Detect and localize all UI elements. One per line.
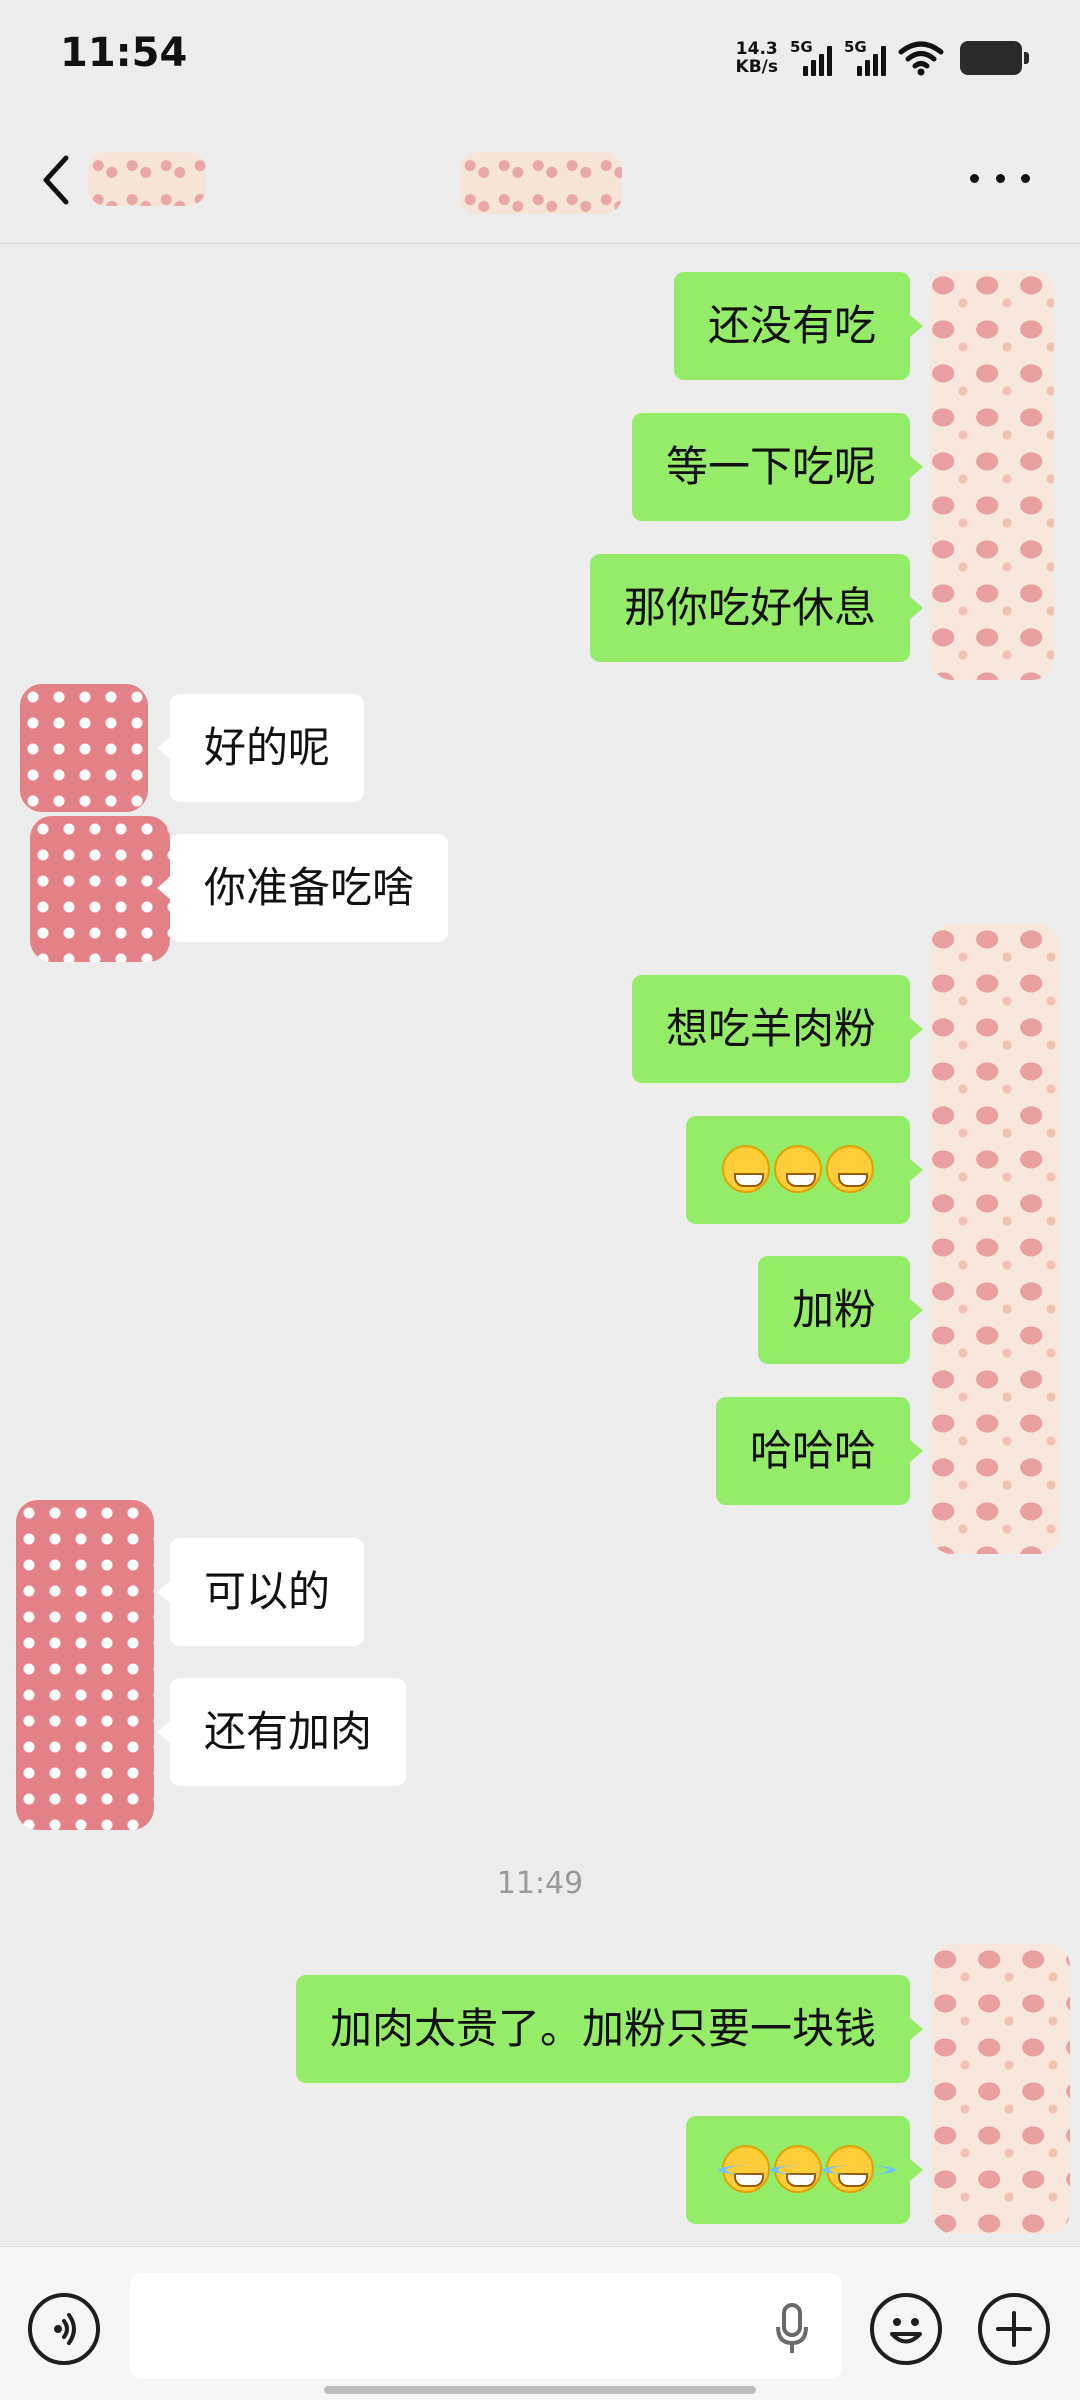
tears-of-joy-emoji-icon	[718, 2144, 792, 2193]
signal-label: 5G	[790, 38, 813, 56]
message-bubble[interactable]: 还有加肉	[156, 1678, 407, 1786]
chat-title-redacted[interactable]	[460, 152, 622, 214]
message-bubble[interactable]: 好的呢	[156, 694, 365, 802]
unread-count-redacted	[88, 152, 206, 206]
status-bar: 11:54 14.3 KB/s 5G 5G	[0, 0, 1080, 110]
grin-emoji-icon	[722, 1144, 770, 1193]
network-speed-value: 14.3	[735, 39, 778, 59]
wifi-icon	[898, 41, 944, 76]
message-bubble[interactable]: 那你吃好休息	[589, 554, 924, 662]
message-bubble[interactable]: 加肉太贵了。加粉只要一块钱	[295, 1975, 924, 2083]
message-bubble[interactable]: 哈哈哈	[715, 1397, 924, 1505]
signal-icon: 5G	[790, 38, 832, 76]
message-input[interactable]	[130, 2273, 842, 2379]
my-avatar[interactable]	[930, 924, 1060, 1554]
my-avatar[interactable]	[932, 1944, 1070, 2234]
input-bar	[0, 2246, 1080, 2400]
microphone-icon[interactable]	[772, 2299, 812, 2359]
voice-icon[interactable]	[28, 2293, 100, 2365]
message-bubble[interactable]: 可以的	[156, 1538, 365, 1646]
emoji-message-bubble[interactable]	[686, 2116, 923, 2224]
status-indicators: 14.3 KB/s 5G 5G	[736, 36, 1029, 80]
message-bubble[interactable]: 还没有吃	[673, 272, 924, 380]
contact-avatar[interactable]	[30, 816, 170, 962]
tears-of-joy-emoji-icon	[770, 2144, 844, 2193]
more-horizontal-icon[interactable]	[970, 168, 1030, 188]
my-avatar[interactable]	[930, 270, 1054, 680]
chevron-left-icon[interactable]	[36, 150, 76, 210]
plus-icon[interactable]	[978, 2293, 1050, 2365]
timestamp-divider: 11:49	[496, 1866, 584, 1901]
message-bubble[interactable]: 你准备吃啥	[156, 834, 449, 942]
network-speed-unit: KB/s	[735, 57, 778, 77]
message-bubble[interactable]: 等一下吃呢	[631, 413, 924, 521]
message-bubble[interactable]: 想吃羊肉粉	[631, 975, 924, 1083]
contact-avatar[interactable]	[16, 1500, 154, 1830]
network-speed: 14.3 KB/s	[736, 40, 778, 76]
emoji-icon[interactable]	[870, 2293, 942, 2365]
grin-emoji-icon	[774, 1144, 822, 1193]
signal-icon-2: 5G	[844, 38, 886, 76]
signal-label-2: 5G	[844, 38, 867, 56]
home-indicator[interactable]	[324, 2386, 756, 2394]
contact-avatar[interactable]	[20, 684, 148, 812]
battery-icon	[960, 41, 1029, 75]
chat-header	[0, 110, 1080, 244]
status-time: 11:54	[60, 30, 188, 76]
message-bubble[interactable]: 加粉	[757, 1256, 924, 1364]
grin-emoji-icon	[826, 1144, 874, 1193]
tears-of-joy-emoji-icon	[822, 2144, 896, 2193]
emoji-message-bubble[interactable]	[686, 1116, 923, 1224]
